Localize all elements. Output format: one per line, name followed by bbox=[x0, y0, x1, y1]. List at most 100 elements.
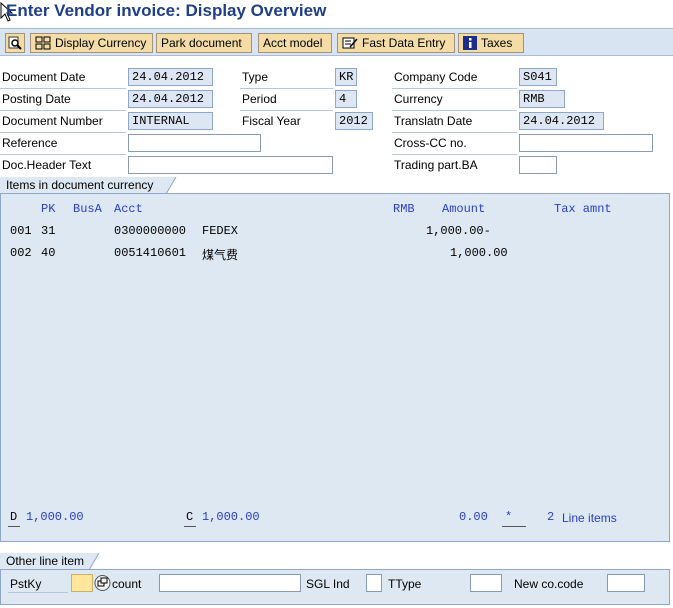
trading-part-ba-input[interactable] bbox=[519, 156, 557, 174]
acct-model-button[interactable]: Acct model bbox=[258, 33, 332, 53]
row-amount: 1,000.00- bbox=[426, 224, 491, 238]
pstky-label: PstKy bbox=[10, 577, 42, 591]
value-help-icon[interactable] bbox=[94, 574, 111, 592]
document-date-field[interactable]: 24.04.2012 bbox=[128, 68, 213, 86]
row-number: 002 bbox=[10, 246, 32, 260]
col-header-acct: Acct bbox=[114, 202, 143, 216]
fiscal-year-label: Fiscal Year bbox=[242, 114, 301, 128]
doc-header-text-input[interactable] bbox=[128, 156, 333, 174]
acct-model-label: Acct model bbox=[263, 36, 323, 50]
tab-corner bbox=[166, 177, 177, 194]
taxes-label: Taxes bbox=[481, 36, 513, 50]
row-pk: 40 bbox=[41, 246, 56, 260]
other-line-item-tab: Other line item bbox=[0, 553, 90, 570]
info-icon bbox=[463, 36, 477, 50]
park-document-label: Park document bbox=[161, 36, 242, 50]
account-input[interactable] bbox=[159, 574, 301, 592]
type-label: Type bbox=[242, 70, 269, 84]
document-overview-button[interactable] bbox=[5, 33, 25, 53]
translatn-date-field[interactable]: 24.04.2012 bbox=[519, 112, 604, 130]
display-currency-button[interactable]: Display Currency bbox=[30, 33, 153, 53]
row-name: 煤气费 bbox=[202, 248, 239, 262]
divider bbox=[240, 110, 333, 111]
divider bbox=[240, 88, 333, 89]
col-header-pk: PK bbox=[41, 202, 56, 216]
row-acct: 0051410601 bbox=[114, 246, 187, 260]
sgl-ind-label: SGL Ind bbox=[306, 577, 350, 591]
cross-cc-no-label: Cross-CC no. bbox=[394, 136, 467, 150]
fast-data-entry-button[interactable]: Fast Data Entry bbox=[337, 33, 455, 53]
company-code-field[interactable]: S041 bbox=[519, 68, 557, 86]
divider bbox=[0, 132, 126, 133]
line-items-label: Line items bbox=[562, 511, 617, 525]
divider bbox=[0, 110, 126, 111]
document-date-label: Document Date bbox=[2, 70, 86, 84]
currency-grid-icon bbox=[35, 36, 51, 50]
row-name: FEDEX bbox=[202, 224, 239, 238]
divider bbox=[392, 110, 517, 111]
divider bbox=[8, 592, 68, 593]
new-co-code-input[interactable] bbox=[607, 574, 645, 592]
application-toolbar: Display Currency Park document Acct mode… bbox=[0, 28, 673, 56]
balance-indicator: * bbox=[505, 510, 513, 524]
items-group bbox=[0, 193, 670, 542]
credit-indicator: C bbox=[186, 510, 194, 524]
document-number-label: Document Number bbox=[2, 114, 103, 128]
items-group-tab: Items in document currency bbox=[0, 177, 167, 194]
tab-corner bbox=[89, 553, 100, 570]
debit-indicator: D bbox=[10, 510, 18, 524]
currency-label: Currency bbox=[394, 92, 443, 106]
divider bbox=[502, 526, 526, 527]
row-pk: 31 bbox=[41, 224, 56, 238]
period-field[interactable]: 4 bbox=[335, 90, 357, 108]
fiscal-year-field[interactable]: 2012 bbox=[335, 112, 373, 130]
period-label: Period bbox=[242, 92, 277, 106]
credit-total: 1,000.00 bbox=[202, 510, 260, 524]
currency-field[interactable]: RMB bbox=[519, 90, 565, 108]
col-header-busa: BusA bbox=[73, 202, 102, 216]
balance-value: 0.00 bbox=[459, 510, 488, 524]
divider bbox=[392, 154, 517, 155]
cross-cc-no-input[interactable] bbox=[519, 134, 653, 152]
edit-form-icon bbox=[342, 37, 358, 49]
divider bbox=[392, 132, 517, 133]
magnifier-icon bbox=[8, 36, 22, 50]
items-group-title: Items in document currency bbox=[6, 178, 154, 192]
type-field[interactable]: KR bbox=[335, 68, 357, 86]
divider bbox=[392, 88, 517, 89]
taxes-button[interactable]: Taxes bbox=[458, 33, 524, 53]
ttype-input[interactable] bbox=[470, 574, 502, 592]
other-line-item-title: Other line item bbox=[6, 554, 85, 568]
reference-label: Reference bbox=[2, 136, 58, 150]
company-code-label: Company Code bbox=[394, 70, 478, 84]
title-bar: Enter Vendor invoice: Display Overview bbox=[0, 0, 673, 26]
col-header-rmb: RMB bbox=[393, 202, 415, 216]
divider bbox=[8, 526, 20, 527]
row-number: 001 bbox=[10, 224, 32, 238]
display-currency-label: Display Currency bbox=[55, 36, 147, 50]
row-amount: 1,000.00 bbox=[450, 246, 508, 260]
translatn-date-label: Translatn Date bbox=[394, 114, 473, 128]
posting-date-label: Posting Date bbox=[2, 92, 71, 106]
posting-key-input[interactable] bbox=[71, 574, 93, 592]
row-acct: 0300000000 bbox=[114, 224, 187, 238]
divider bbox=[0, 88, 126, 89]
park-document-button[interactable]: Park document bbox=[156, 33, 252, 53]
debit-total: 1,000.00 bbox=[26, 510, 84, 524]
trading-part-ba-label: Trading part.BA bbox=[394, 158, 478, 172]
account-label: count bbox=[112, 577, 142, 591]
reference-input[interactable] bbox=[128, 134, 261, 152]
doc-header-text-label: Doc.Header Text bbox=[2, 158, 92, 172]
line-items-count: 2 bbox=[547, 510, 555, 524]
ttype-label: TType bbox=[388, 577, 422, 591]
col-header-amount: Amount bbox=[442, 202, 486, 216]
col-header-tax-amnt: Tax amnt bbox=[554, 202, 612, 216]
new-co-code-label: New co.code bbox=[514, 577, 584, 591]
document-number-field[interactable]: INTERNAL bbox=[128, 112, 213, 130]
posting-date-field[interactable]: 24.04.2012 bbox=[128, 90, 213, 108]
divider bbox=[184, 526, 196, 527]
divider bbox=[0, 154, 126, 155]
page-title: Enter Vendor invoice: Display Overview bbox=[6, 1, 327, 20]
sgl-ind-input[interactable] bbox=[366, 574, 382, 592]
fast-data-entry-label: Fast Data Entry bbox=[362, 36, 446, 50]
